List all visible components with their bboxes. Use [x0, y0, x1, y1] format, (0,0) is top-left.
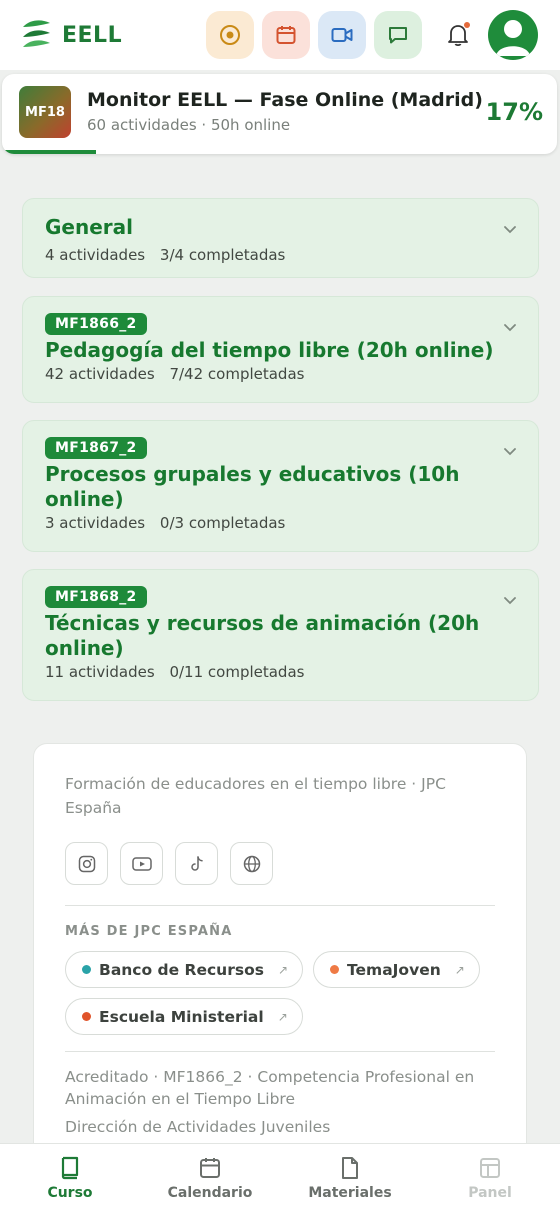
- external-links: Banco de Recursos ↗ TemaJoven ↗ Escuela …: [65, 951, 505, 1035]
- nav-label: Materiales: [308, 1185, 392, 1201]
- accreditation-text: Acreditado · MF1866_2 · Competencia Prof…: [65, 1068, 475, 1108]
- target-icon: [220, 25, 241, 45]
- section-meta: 11 actividades 0/11 completadas: [45, 663, 516, 681]
- chat-button[interactable]: [374, 11, 423, 59]
- brand-name: EELL: [62, 22, 123, 48]
- section-meta: 4 actividades 3/4 completadas: [45, 246, 516, 264]
- dashboard-icon: [480, 1158, 500, 1178]
- brand-logo[interactable]: EELL: [20, 17, 122, 53]
- top-bar: EELL: [0, 0, 560, 70]
- nav-panel[interactable]: Panel: [420, 1144, 560, 1212]
- course-progress-bar: [2, 150, 97, 154]
- footer-extra-text: Dirección de Actividades Juveniles: [65, 1118, 331, 1136]
- calendar-icon: [276, 26, 296, 44]
- footer-card: Formación de educadores en el tiempo lib…: [33, 743, 527, 1173]
- youtube-icon: [131, 856, 152, 871]
- section-code: MF1868_2: [45, 586, 147, 608]
- nav-label: Panel: [468, 1185, 512, 1201]
- section-code: MF1867_2: [45, 437, 147, 459]
- link-escuela-ministerial[interactable]: Escuela Ministerial ↗: [65, 998, 303, 1035]
- tiktok-link[interactable]: [175, 842, 218, 885]
- course-title: Monitor EELL — Fase Online (Madrid): [87, 89, 483, 111]
- video-call-button[interactable]: [318, 11, 367, 59]
- section-completed: 0/11 completadas: [169, 663, 305, 681]
- instagram-link[interactable]: [65, 842, 108, 885]
- video-icon: [331, 28, 353, 42]
- website-link[interactable]: [230, 842, 273, 885]
- more-section-title: MÁS DE JPC ESPAÑA: [65, 924, 233, 939]
- link-label: TemaJoven: [347, 960, 441, 979]
- notifications-button[interactable]: [444, 20, 472, 50]
- divider: [65, 905, 495, 906]
- chevron-down-icon: [504, 597, 516, 605]
- bottom-navigation: Curso Calendario Materiales Panel: [0, 1143, 560, 1212]
- section-card-mf1868[interactable]: MF1868_2 Técnicas y recursos de animació…: [22, 569, 539, 701]
- course-card[interactable]: MF18 Monitor EELL — Fase Online (Madrid)…: [2, 74, 557, 154]
- link-color-dot: [82, 965, 91, 974]
- section-completed: 3/4 completadas: [159, 246, 286, 264]
- social-links: [65, 842, 495, 885]
- section-card-general[interactable]: General 4 actividades 3/4 completadas: [22, 198, 539, 278]
- section-meta: 3 actividades 0/3 completadas: [45, 514, 516, 532]
- external-arrow-icon: ↗: [454, 962, 465, 977]
- chevron-down-icon: [504, 226, 516, 234]
- user-icon: [496, 20, 531, 56]
- section-title: Procesos grupales y educativos (10h onli…: [45, 462, 460, 511]
- link-label: Escuela Ministerial: [99, 1007, 264, 1026]
- instagram-icon: [78, 855, 95, 872]
- section-completed: 7/42 completadas: [169, 365, 305, 383]
- link-color-dot: [330, 965, 340, 974]
- section-activities: 11 actividades: [45, 663, 155, 681]
- nav-label: Calendario: [167, 1185, 253, 1201]
- user-avatar[interactable]: [488, 10, 539, 60]
- section-code: MF1866_2: [45, 313, 147, 335]
- divider: [65, 1051, 495, 1052]
- link-color-dot: [82, 1012, 91, 1021]
- link-temajoven[interactable]: TemaJoven ↗: [313, 951, 480, 988]
- nav-label: Curso: [47, 1185, 93, 1201]
- section-meta: 42 actividades 7/42 completadas: [45, 365, 516, 383]
- globe-icon: [243, 855, 260, 872]
- external-arrow-icon: ↗: [277, 962, 289, 977]
- link-label: Banco de Recursos: [99, 960, 264, 979]
- section-completed: 0/3 completadas: [159, 514, 286, 532]
- quick-actions: [206, 11, 423, 59]
- course-badge: MF18: [19, 86, 71, 138]
- nav-curso[interactable]: Curso: [0, 1144, 140, 1212]
- calendar-icon: [200, 1158, 220, 1178]
- section-card-mf1866[interactable]: MF1866_2 Pedagogía del tiempo libre (20h…: [22, 296, 539, 403]
- chevron-down-icon: [504, 448, 516, 456]
- section-title: Pedagogía del tiempo libre (20h online): [45, 338, 494, 362]
- course-progress-percent: 17%: [485, 98, 543, 126]
- tiktok-icon: [190, 855, 203, 871]
- section-activities: 3 actividades: [45, 514, 146, 532]
- link-banco-recursos[interactable]: Banco de Recursos ↗: [65, 951, 304, 988]
- course-subtitle: 60 actividades · 50h online: [87, 116, 291, 134]
- footer-description: Formación de educadores en el tiempo lib…: [65, 775, 446, 817]
- document-icon: [342, 1157, 358, 1179]
- section-activities: 4 actividades: [45, 246, 146, 264]
- book-icon: [61, 1156, 79, 1180]
- chat-icon: [389, 27, 408, 44]
- youtube-link[interactable]: [120, 842, 163, 885]
- target-button[interactable]: [206, 11, 255, 59]
- nav-calendario[interactable]: Calendario: [140, 1144, 280, 1212]
- leaf-logo-icon: [23, 20, 50, 47]
- chevron-down-icon: [504, 324, 516, 332]
- section-title: Técnicas y recursos de animación (20h on…: [45, 611, 480, 660]
- nav-materiales[interactable]: Materiales: [280, 1144, 420, 1212]
- external-arrow-icon: ↗: [277, 1009, 288, 1024]
- section-title: General: [45, 215, 133, 239]
- section-activities: 42 actividades: [45, 365, 155, 383]
- section-card-mf1867[interactable]: MF1867_2 Procesos grupales y educativos …: [22, 420, 539, 552]
- calendar-button[interactable]: [262, 11, 311, 59]
